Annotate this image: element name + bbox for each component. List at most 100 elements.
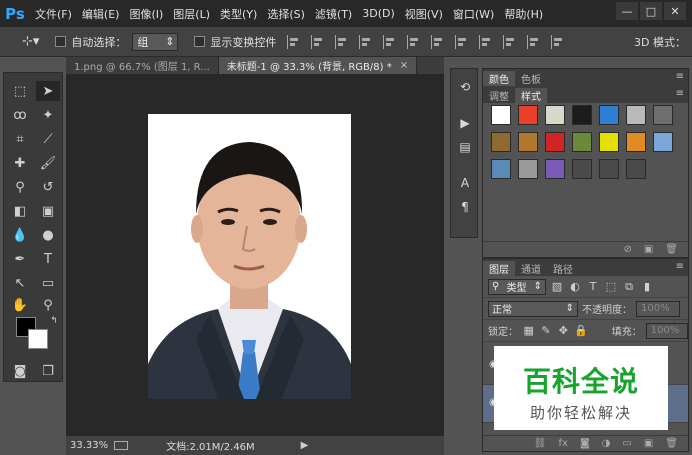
lasso-tool-icon[interactable]: ꝏ: [8, 105, 32, 125]
screen-mode-icon[interactable]: ❐: [36, 361, 60, 381]
lock-position-icon[interactable]: ✥: [557, 324, 570, 337]
panel-menu-icon[interactable]: ≡: [676, 71, 684, 82]
menu-select[interactable]: 选择(S): [262, 6, 310, 22]
blur-tool-icon[interactable]: 💧: [8, 225, 32, 245]
actions-play-icon[interactable]: ▶: [457, 115, 473, 131]
menu-filter[interactable]: 滤镜(T): [310, 6, 357, 22]
move-tool-icon[interactable]: ➤: [36, 81, 60, 101]
tab-styles[interactable]: 样式: [515, 88, 547, 103]
history-brush-icon[interactable]: ↺: [36, 177, 60, 197]
background-color-swatch[interactable]: [28, 329, 48, 349]
panel-menu-icon[interactable]: ≡: [676, 88, 684, 99]
menu-view[interactable]: 视图(V): [400, 6, 448, 22]
filter-smart-icon[interactable]: ⧉: [622, 280, 636, 294]
lock-pixels-icon[interactable]: ✎: [539, 324, 552, 337]
quick-mask-icon[interactable]: ◙: [8, 361, 32, 381]
align-right-icon[interactable]: [407, 34, 421, 49]
align-bottom-icon[interactable]: [335, 34, 349, 49]
zoom-level[interactable]: 33.33%: [70, 440, 108, 451]
auto-align-icon[interactable]: [551, 34, 565, 49]
distribute-center-icon[interactable]: [527, 34, 541, 49]
hand-tool-icon[interactable]: ✋: [8, 295, 32, 315]
menu-help[interactable]: 帮助(H): [499, 6, 548, 22]
style-swatch[interactable]: [491, 132, 511, 152]
align-center-icon[interactable]: [383, 34, 397, 49]
history-icon[interactable]: ⟲: [457, 79, 473, 95]
eyedropper-icon[interactable]: ⟋: [36, 129, 60, 149]
menu-image[interactable]: 图像(I): [124, 6, 168, 22]
lock-all-icon[interactable]: 🔒: [574, 324, 588, 337]
style-swatch[interactable]: [518, 132, 538, 152]
proof-icon[interactable]: [114, 441, 129, 450]
distribute-left-icon[interactable]: [503, 34, 517, 49]
distribute-bottom-icon[interactable]: [479, 34, 493, 49]
tab-document-2[interactable]: 未标题-1 @ 33.3% (背景, RGB/8) * ×: [218, 57, 418, 74]
delete-layer-icon[interactable]: 🗑: [665, 438, 678, 449]
magic-wand-icon[interactable]: ✦: [36, 105, 60, 125]
brush-tool-icon[interactable]: 🖌: [36, 153, 60, 173]
status-menu-arrow-icon[interactable]: ▶: [301, 440, 309, 451]
style-swatch[interactable]: [491, 105, 511, 125]
maximize-icon[interactable]: □: [640, 2, 662, 20]
stamp-tool-icon[interactable]: ⚲: [8, 177, 32, 197]
style-swatch[interactable]: [626, 159, 646, 179]
tab-paths[interactable]: 路径: [547, 261, 579, 276]
style-swatch[interactable]: [626, 105, 646, 125]
filter-toggle-icon[interactable]: ▮: [640, 280, 654, 293]
opacity-field[interactable]: 100%: [636, 300, 680, 317]
clear-style-icon[interactable]: ⊘: [623, 244, 631, 255]
style-swatch[interactable]: [545, 159, 565, 179]
align-left-icon[interactable]: [359, 34, 373, 49]
style-swatch[interactable]: [572, 105, 592, 125]
menu-window[interactable]: 窗口(W): [448, 6, 499, 22]
paragraph-icon[interactable]: ¶: [457, 199, 473, 215]
style-swatch[interactable]: [545, 132, 565, 152]
new-group-icon[interactable]: ▭: [622, 438, 631, 449]
style-swatch[interactable]: [653, 105, 673, 125]
align-middle-icon[interactable]: [311, 34, 325, 49]
minimize-icon[interactable]: —: [616, 2, 638, 20]
show-transform-checkbox[interactable]: [194, 36, 206, 47]
character-icon[interactable]: A: [457, 175, 473, 191]
style-swatch[interactable]: [599, 105, 619, 125]
style-swatch[interactable]: [626, 132, 646, 152]
style-swatch[interactable]: [653, 132, 673, 152]
new-layer-icon[interactable]: ▣: [644, 438, 653, 449]
style-swatch[interactable]: [572, 159, 592, 179]
pen-tool-icon[interactable]: ✒: [8, 249, 32, 269]
panel-menu-icon[interactable]: ≡: [676, 261, 684, 272]
style-swatch[interactable]: [518, 159, 538, 179]
filter-shape-icon[interactable]: ⬚: [604, 280, 618, 293]
style-swatch[interactable]: [572, 132, 592, 152]
style-swatch[interactable]: [491, 159, 511, 179]
swap-colors-icon[interactable]: ↰: [42, 311, 66, 331]
lock-transparency-icon[interactable]: ▦: [522, 324, 535, 337]
style-swatch[interactable]: [599, 132, 619, 152]
eraser-tool-icon[interactable]: ◧: [8, 201, 32, 221]
menu-type[interactable]: 类型(Y): [215, 6, 262, 22]
canvas-area[interactable]: [66, 74, 444, 436]
new-style-icon[interactable]: ▣: [644, 244, 653, 255]
rectangle-tool-icon[interactable]: ▭: [36, 273, 60, 293]
layer-effects-icon[interactable]: fx: [559, 438, 568, 449]
distribute-top-icon[interactable]: [431, 34, 445, 49]
layer-filter-dropdown[interactable]: ⚲ 类型 ⇕: [488, 278, 546, 295]
filter-adjust-icon[interactable]: ◐: [568, 280, 582, 293]
filter-pixel-icon[interactable]: ▧: [550, 280, 564, 293]
path-select-icon[interactable]: ↖: [8, 273, 32, 293]
marquee-tool-icon[interactable]: ⬚: [8, 81, 32, 101]
gradient-tool-icon[interactable]: ▣: [36, 201, 60, 221]
add-mask-icon[interactable]: ◙: [580, 438, 590, 449]
delete-style-icon[interactable]: 🗑: [665, 244, 678, 255]
align-top-icon[interactable]: [287, 34, 301, 49]
filter-type-icon[interactable]: T: [586, 280, 600, 293]
dodge-tool-icon[interactable]: ●: [36, 225, 60, 245]
auto-select-checkbox[interactable]: [55, 36, 67, 47]
menu-file[interactable]: 文件(F): [30, 6, 77, 22]
tab-layers[interactable]: 图层: [483, 261, 515, 276]
tab-document-1[interactable]: 1.png @ 66.7% (图层 1, R...: [66, 57, 219, 74]
tab-swatches[interactable]: 色板: [515, 71, 547, 86]
fill-field[interactable]: 100%: [645, 322, 689, 339]
style-swatch[interactable]: [518, 105, 538, 125]
menu-edit[interactable]: 编辑(E): [77, 6, 125, 22]
